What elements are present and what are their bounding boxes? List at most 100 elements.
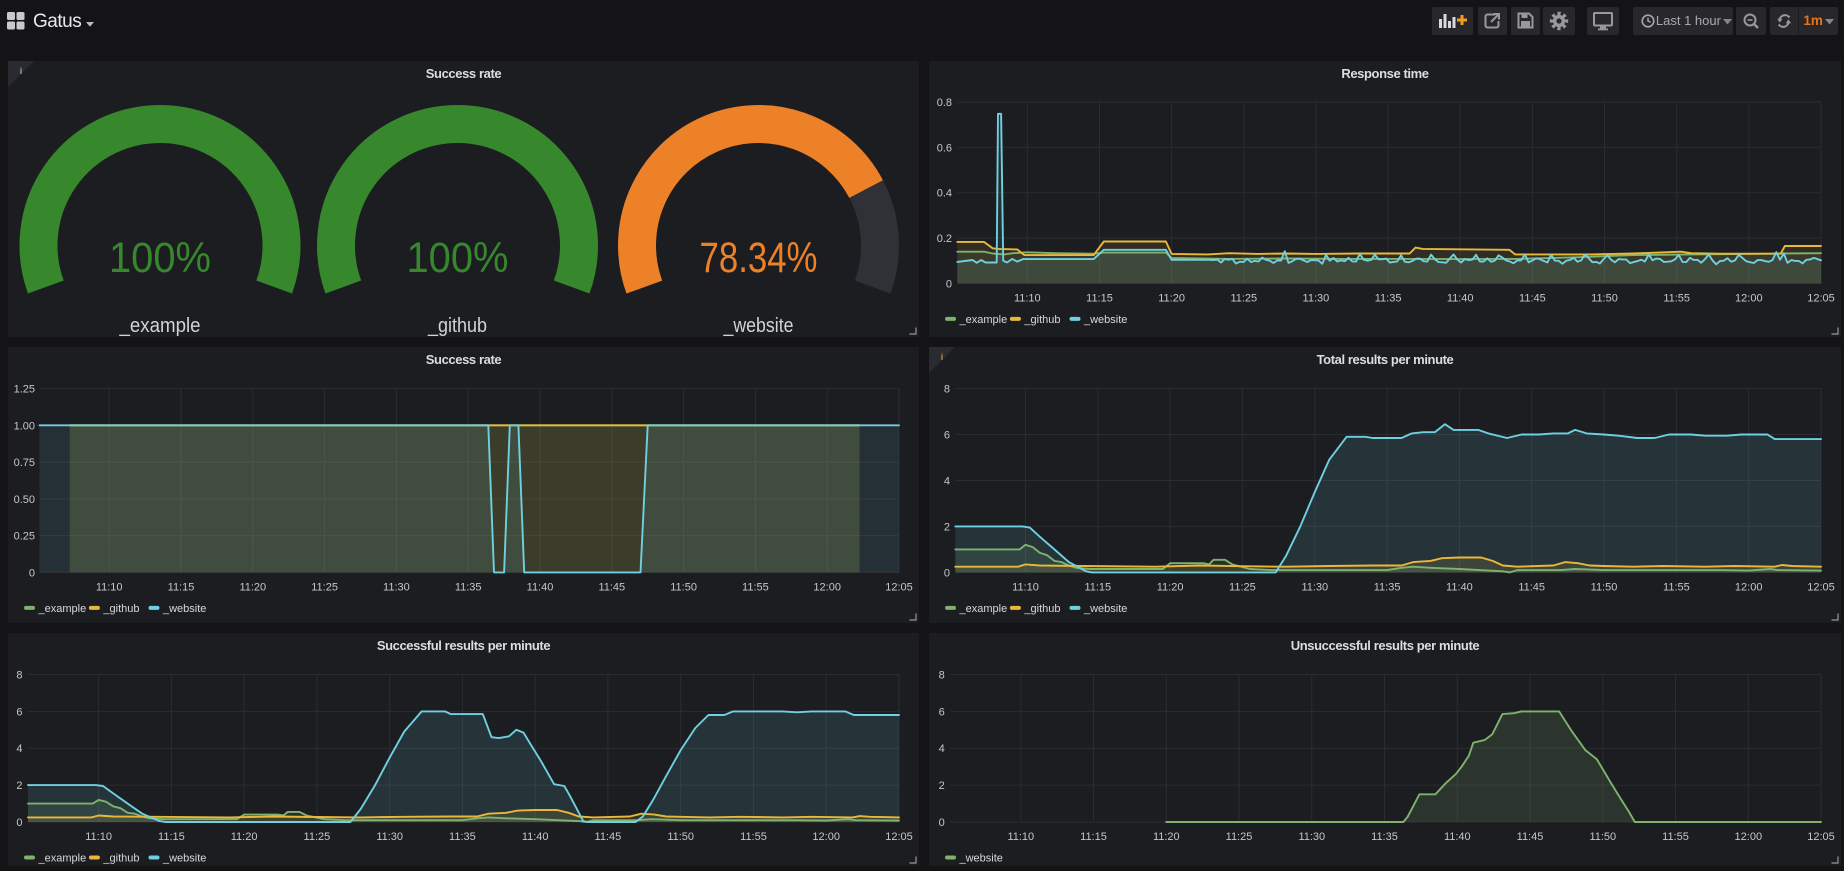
svg-text:100%: 100%: [109, 234, 211, 282]
svg-text:0: 0: [944, 567, 950, 579]
svg-text:11:35: 11:35: [455, 581, 482, 593]
svg-text:11:45: 11:45: [1519, 292, 1546, 304]
svg-text:11:20: 11:20: [1157, 581, 1184, 593]
svg-text:12:00: 12:00: [1735, 831, 1763, 843]
svg-text:11:10: 11:10: [85, 831, 112, 843]
svg-text:_website: _website: [1083, 314, 1127, 326]
svg-text:12:05: 12:05: [885, 831, 913, 843]
svg-text:11:45: 11:45: [595, 831, 622, 843]
svg-text:11:50: 11:50: [1589, 831, 1616, 843]
svg-text:11:50: 11:50: [1591, 581, 1618, 593]
svg-text:11:40: 11:40: [1446, 581, 1473, 593]
svg-text:_website: _website: [959, 853, 1003, 865]
svg-text:11:25: 11:25: [311, 581, 338, 593]
svg-text:i: i: [941, 352, 944, 362]
svg-text:11:45: 11:45: [1517, 831, 1544, 843]
svg-text:2: 2: [939, 780, 945, 792]
svg-text:11:55: 11:55: [740, 831, 767, 843]
svg-text:_github: _github: [102, 603, 139, 615]
svg-text:2: 2: [944, 521, 950, 533]
svg-text:0.8: 0.8: [937, 97, 952, 109]
svg-text:12:00: 12:00: [812, 831, 840, 843]
svg-text:0.75: 0.75: [14, 457, 35, 469]
svg-text:8: 8: [944, 384, 950, 396]
svg-text:0: 0: [29, 567, 35, 579]
svg-text:11:25: 11:25: [1226, 831, 1253, 843]
svg-text:11:40: 11:40: [1447, 292, 1474, 304]
svg-text:11:15: 11:15: [1084, 581, 1111, 593]
svg-text:0.2: 0.2: [937, 233, 952, 245]
svg-text:6: 6: [16, 706, 22, 718]
svg-text:_example: _example: [119, 315, 201, 337]
svg-text:11:35: 11:35: [449, 831, 476, 843]
svg-text:1.25: 1.25: [14, 384, 35, 396]
svg-text:12:05: 12:05: [1807, 581, 1835, 593]
svg-text:11:30: 11:30: [383, 581, 410, 593]
svg-text:6: 6: [939, 706, 945, 718]
svg-text:2: 2: [16, 780, 22, 792]
svg-text:0: 0: [16, 817, 22, 829]
svg-text:11:30: 11:30: [1298, 831, 1325, 843]
svg-text:11:10: 11:10: [96, 581, 123, 593]
svg-text:11:55: 11:55: [1663, 292, 1690, 304]
svg-text:11:15: 11:15: [168, 581, 195, 593]
svg-text:11:30: 11:30: [1303, 292, 1330, 304]
svg-text:i: i: [20, 66, 23, 76]
svg-text:11:10: 11:10: [1007, 831, 1034, 843]
svg-text:_github: _github: [427, 315, 487, 337]
svg-text:11:55: 11:55: [1663, 581, 1690, 593]
svg-text:11:10: 11:10: [1014, 292, 1041, 304]
svg-text:11:55: 11:55: [1662, 831, 1689, 843]
svg-text:11:20: 11:20: [231, 831, 258, 843]
svg-text:4: 4: [944, 476, 950, 488]
svg-text:_example: _example: [38, 603, 87, 615]
svg-text:11:35: 11:35: [1375, 292, 1402, 304]
svg-text:8: 8: [16, 670, 22, 682]
svg-text:11:25: 11:25: [1229, 581, 1256, 593]
svg-text:11:25: 11:25: [304, 831, 331, 843]
svg-text:0.25: 0.25: [14, 531, 35, 543]
svg-text:0: 0: [946, 278, 952, 290]
svg-text:11:30: 11:30: [1301, 581, 1328, 593]
svg-text:12:00: 12:00: [1735, 581, 1763, 593]
svg-text:11:55: 11:55: [742, 581, 769, 593]
svg-text:11:50: 11:50: [670, 581, 697, 593]
svg-text:11:35: 11:35: [1374, 581, 1401, 593]
svg-text:78.34%: 78.34%: [700, 234, 818, 282]
svg-text:12:05: 12:05: [1807, 831, 1835, 843]
svg-text:11:15: 11:15: [1086, 292, 1113, 304]
svg-text:8: 8: [939, 670, 945, 682]
svg-text:1.00: 1.00: [14, 420, 35, 432]
svg-text:11:15: 11:15: [1080, 831, 1107, 843]
svg-text:11:40: 11:40: [1444, 831, 1471, 843]
svg-text:_website: _website: [162, 603, 206, 615]
svg-text:11:20: 11:20: [1158, 292, 1185, 304]
svg-text:0.4: 0.4: [937, 188, 952, 200]
svg-text:12:05: 12:05: [1807, 292, 1835, 304]
svg-text:12:00: 12:00: [813, 581, 841, 593]
svg-text:11:40: 11:40: [527, 581, 554, 593]
svg-text:_example: _example: [959, 603, 1008, 615]
svg-text:11:50: 11:50: [1591, 292, 1618, 304]
svg-text:_website: _website: [723, 315, 794, 337]
svg-text:11:35: 11:35: [1371, 831, 1398, 843]
svg-text:4: 4: [16, 743, 22, 755]
svg-text:100%: 100%: [407, 234, 509, 282]
svg-text:_website: _website: [162, 853, 206, 865]
svg-text:11:40: 11:40: [522, 831, 549, 843]
svg-text:11:20: 11:20: [1153, 831, 1180, 843]
svg-text:11:50: 11:50: [667, 831, 694, 843]
svg-text:11:20: 11:20: [239, 581, 266, 593]
svg-text:_github: _github: [102, 853, 139, 865]
svg-text:6: 6: [944, 430, 950, 442]
svg-text:11:15: 11:15: [158, 831, 185, 843]
svg-text:0.50: 0.50: [14, 494, 35, 506]
svg-text:11:30: 11:30: [376, 831, 403, 843]
svg-text:4: 4: [939, 743, 945, 755]
svg-text:11:25: 11:25: [1230, 292, 1257, 304]
svg-text:11:10: 11:10: [1012, 581, 1039, 593]
svg-text:0: 0: [939, 817, 945, 829]
svg-text:0.6: 0.6: [937, 142, 952, 154]
svg-text:_example: _example: [959, 314, 1008, 326]
svg-text:_website: _website: [1083, 603, 1127, 615]
